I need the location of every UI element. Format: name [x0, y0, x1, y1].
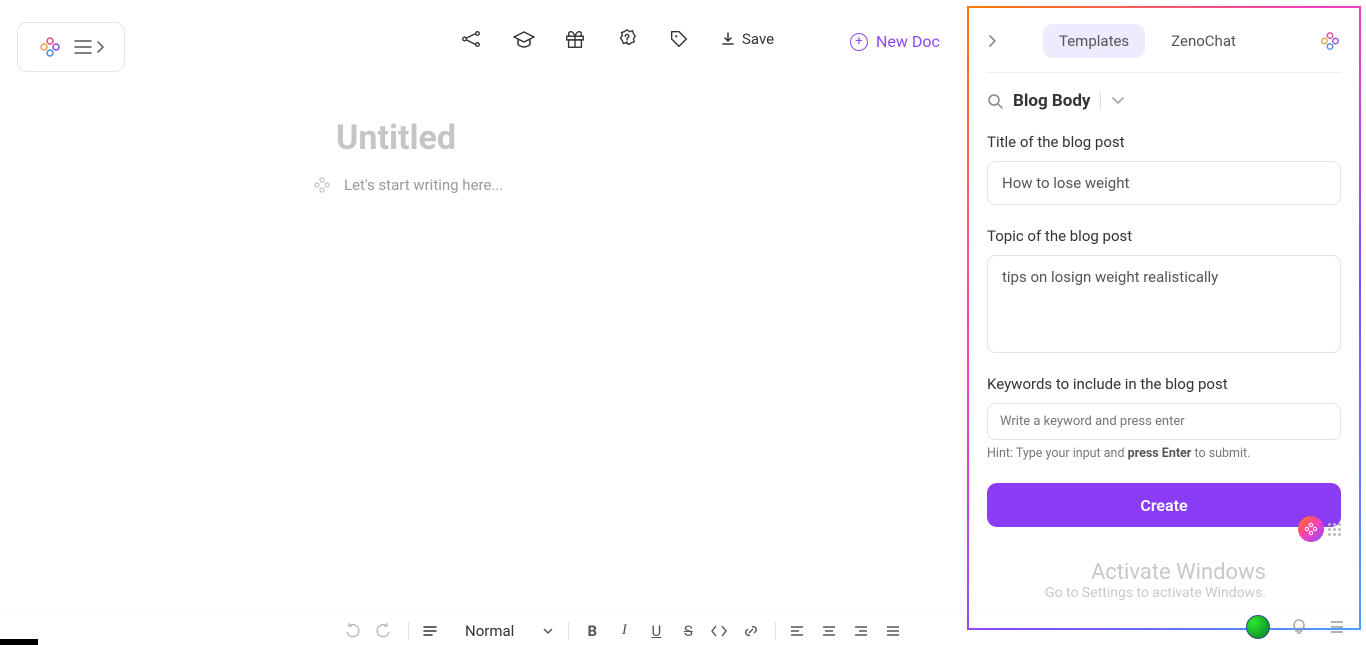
undo-button[interactable]	[344, 623, 362, 639]
hamburger-icon	[74, 40, 92, 54]
drag-dots-icon	[1328, 523, 1341, 536]
assistant-flower-icon	[1298, 516, 1324, 542]
new-doc-button[interactable]: + New Doc	[850, 32, 940, 51]
status-tray	[1246, 615, 1346, 639]
text-style-label: Normal	[465, 622, 514, 640]
graduation-icon[interactable]	[512, 28, 534, 50]
align-right-button[interactable]	[854, 625, 872, 637]
bold-button[interactable]: B	[583, 622, 601, 640]
plus-circle-icon: +	[850, 33, 868, 51]
tag-icon[interactable]	[668, 28, 690, 50]
italic-button[interactable]: I	[615, 622, 633, 639]
download-icon	[720, 31, 736, 47]
chevron-right-icon	[96, 41, 104, 53]
code-button[interactable]	[711, 625, 729, 637]
chevron-right-icon	[987, 34, 997, 48]
template-dropdown-button[interactable]	[1111, 96, 1125, 106]
keywords-field-label: Keywords to include in the blog post	[987, 375, 1341, 393]
formatting-toolbar: Normal B I U S	[0, 615, 1366, 645]
title-input[interactable]	[987, 161, 1341, 205]
topic-field-label: Topic of the blog post	[987, 227, 1341, 245]
assistant-float-badge[interactable]	[1298, 516, 1341, 542]
windows-watermark: Activate Windows Go to Settings to activ…	[1045, 560, 1266, 601]
document-body-row[interactable]: Let's start writing here...	[312, 175, 503, 195]
menu-toggle[interactable]	[74, 40, 104, 54]
globe-icon[interactable]	[1246, 615, 1270, 639]
panel-collapse-button[interactable]	[987, 34, 1005, 48]
side-panel-tabs: Templates ZenoChat	[1043, 24, 1309, 58]
top-toolbar: Save	[460, 28, 774, 50]
panel-logo-icon	[1319, 30, 1341, 52]
lines-icon[interactable]	[1328, 618, 1346, 636]
template-selector-row: Blog Body	[987, 91, 1341, 111]
share-icon[interactable]	[460, 28, 482, 50]
divider	[1100, 93, 1101, 109]
side-panel-header: Templates ZenoChat	[987, 24, 1341, 73]
chevron-down-icon	[542, 627, 554, 635]
keywords-input[interactable]	[987, 403, 1341, 440]
align-justify-button[interactable]	[886, 625, 904, 637]
paragraph-icon	[423, 625, 437, 637]
save-button[interactable]: Save	[720, 30, 774, 48]
create-button[interactable]: Create	[987, 483, 1341, 527]
text-style-dropdown[interactable]: Normal	[423, 622, 554, 640]
sparkle-flower-icon	[312, 175, 332, 195]
document-body-placeholder: Let's start writing here...	[344, 176, 503, 194]
title-field-label: Title of the blog post	[987, 133, 1341, 151]
app-logo-icon	[38, 35, 62, 59]
align-center-button[interactable]	[822, 625, 840, 637]
topic-textarea[interactable]	[987, 255, 1341, 353]
keywords-hint: Hint: Type your input and press Enter to…	[987, 446, 1341, 461]
taskbar-stub	[0, 639, 38, 645]
template-name: Blog Body	[1013, 91, 1090, 111]
strikethrough-button[interactable]: S	[679, 622, 697, 640]
redo-button[interactable]	[376, 623, 394, 639]
search-icon[interactable]	[987, 93, 1003, 109]
document-title-placeholder[interactable]: Untitled	[336, 118, 456, 158]
gift-icon[interactable]	[564, 28, 586, 50]
save-label: Save	[742, 30, 774, 48]
new-doc-label: New Doc	[876, 32, 940, 51]
underline-button[interactable]: U	[647, 622, 665, 640]
tab-zenochat[interactable]: ZenoChat	[1155, 24, 1252, 58]
link-button[interactable]	[743, 623, 761, 639]
app-menu-box[interactable]	[17, 22, 125, 72]
badge-question-icon[interactable]	[616, 28, 638, 50]
align-left-button[interactable]	[790, 625, 808, 637]
lightbulb-icon[interactable]	[1290, 618, 1308, 636]
chevron-down-icon	[1111, 96, 1125, 106]
tab-templates[interactable]: Templates	[1043, 24, 1145, 58]
